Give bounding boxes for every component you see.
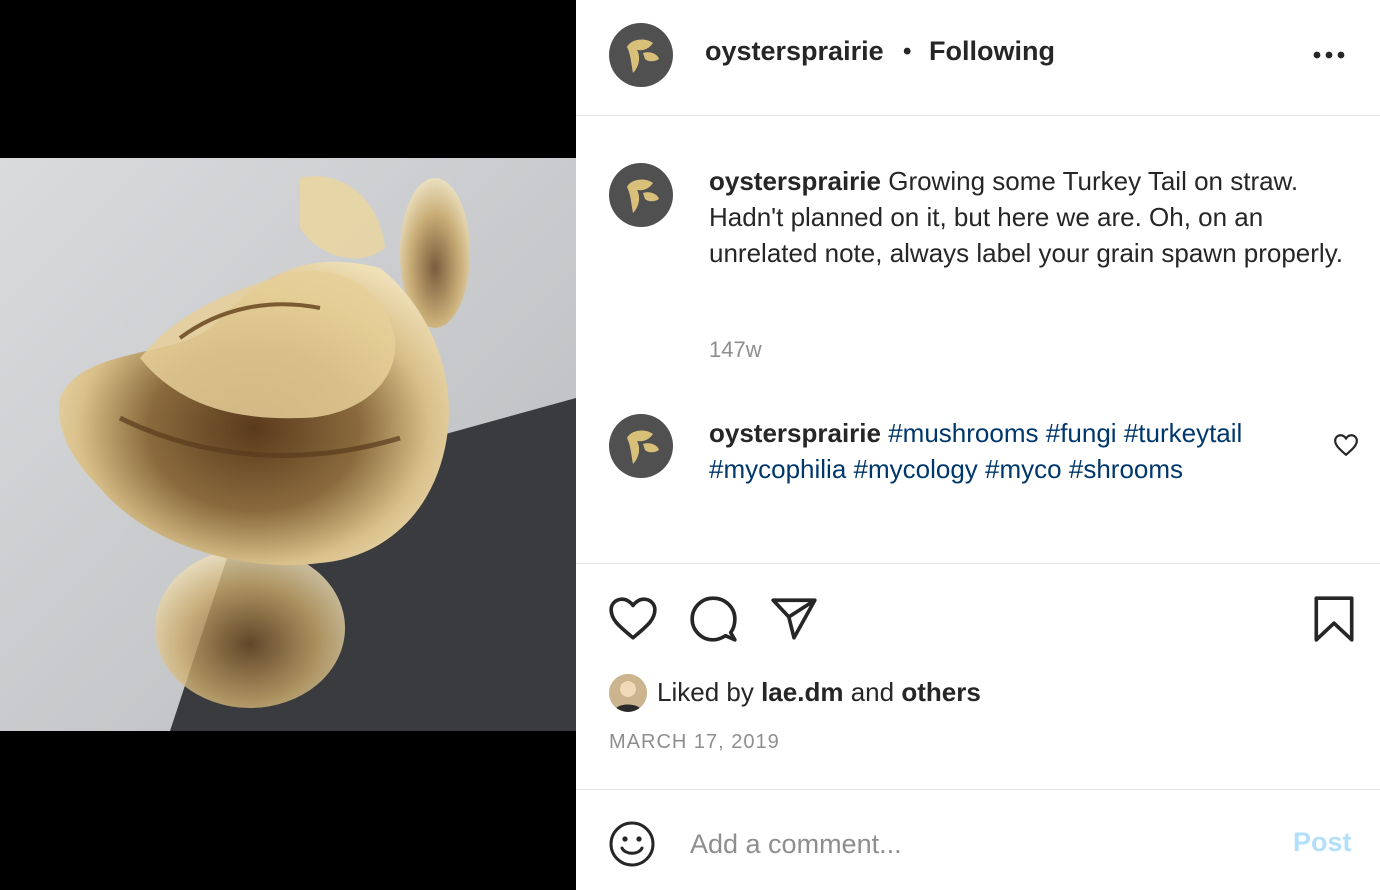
heart-icon (1334, 434, 1358, 457)
save-button[interactable] (1309, 594, 1359, 644)
post-caption: oystersprairie Growing some Turkey Tail … (709, 163, 1369, 271)
brand-logo-icon (627, 39, 659, 73)
post-date[interactable]: MARCH 17, 2019 (609, 731, 780, 754)
hashtag-link[interactable]: #turkeytail (1124, 418, 1243, 448)
author-avatar[interactable] (609, 23, 673, 87)
caption-avatar[interactable] (609, 163, 673, 227)
post-comment-button[interactable]: Post (1293, 827, 1352, 858)
emoji-button[interactable] (608, 820, 656, 868)
heart-icon (609, 597, 657, 640)
hashtag-link[interactable]: #fungi (1046, 418, 1117, 448)
post-photo[interactable] (0, 158, 576, 731)
caption-username[interactable]: oystersprairie (709, 166, 881, 196)
post-details-pane: oystersprairie • Following oystersprairi… (576, 0, 1380, 890)
caption-timestamp[interactable]: 147w (709, 337, 762, 363)
liker-username[interactable]: lae.dm (761, 677, 843, 707)
brand-logo-icon (627, 430, 659, 464)
hashtag-link[interactable]: #mycology (854, 454, 978, 484)
comment-icon (690, 596, 737, 642)
more-options-icon (1313, 51, 1345, 59)
likes-and: and (850, 677, 895, 707)
more-options-button[interactable] (1311, 40, 1347, 70)
comment-input[interactable] (690, 822, 1250, 866)
like-button[interactable] (608, 594, 658, 644)
hashtag-comment: oystersprairie #mushrooms #fungi #turkey… (709, 415, 1269, 487)
liker-avatar[interactable] (609, 674, 647, 712)
comment-like-button[interactable] (1333, 432, 1359, 458)
share-button[interactable] (769, 594, 819, 644)
hashtag-link[interactable]: #myco (985, 454, 1062, 484)
comment-button[interactable] (688, 594, 738, 644)
author-username[interactable]: oystersprairie (705, 36, 884, 67)
comment-divider (576, 789, 1380, 790)
turkey-tail-mushroom-image (0, 158, 576, 731)
likes-prefix: Liked by (657, 677, 754, 707)
media-pane (0, 0, 576, 890)
hashtag-link[interactable]: #shrooms (1069, 454, 1183, 484)
comment-avatar[interactable] (609, 414, 673, 478)
comment-username[interactable]: oystersprairie (709, 418, 881, 448)
actions-divider (576, 563, 1380, 564)
hashtag-link[interactable]: #mycophilia (709, 454, 846, 484)
avatar-image (609, 674, 647, 712)
likes-summary: Liked by lae.dm and others (657, 677, 981, 708)
following-button[interactable]: Following (929, 36, 1055, 67)
hashtag-link[interactable]: #mushrooms (888, 418, 1038, 448)
likes-others-link[interactable]: others (901, 677, 980, 707)
bookmark-icon (1314, 596, 1354, 642)
share-icon (771, 598, 817, 640)
header-divider (576, 115, 1380, 116)
brand-logo-icon (627, 179, 659, 213)
header-separator: • (903, 38, 912, 65)
emoji-icon (609, 821, 655, 867)
